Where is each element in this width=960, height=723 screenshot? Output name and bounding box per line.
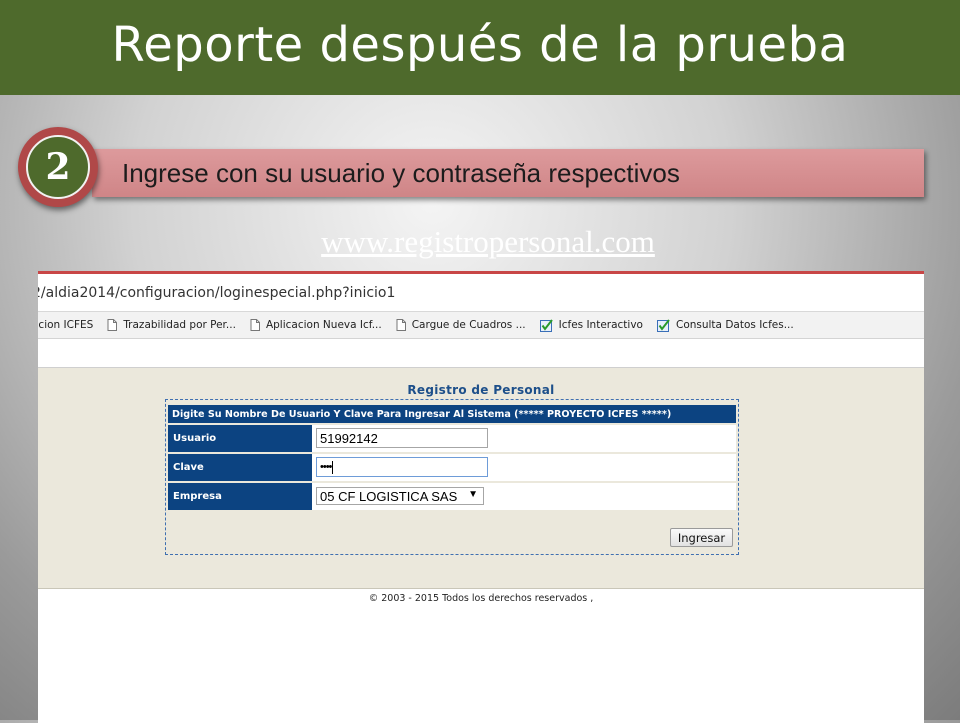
clave-value: •••• (320, 461, 332, 473)
address-text[interactable]: 2/aldia2014/configuracion/loginespecial.… (38, 285, 395, 301)
bookmarks-bar: acion ICFES Trazabilidad por Per... Apli… (38, 312, 924, 339)
page-icon (396, 319, 406, 331)
slide-title: Reporte después de la prueba (111, 16, 849, 73)
bookmark-label: Icfes Interactivo (558, 319, 643, 331)
address-bar[interactable]: 2/aldia2014/configuracion/loginespecial.… (38, 274, 924, 312)
bookmark-item[interactable]: Trazabilidad por Per... (107, 319, 236, 331)
instruction-text: Digite Su Nombre De Usuario Y Clave Para… (172, 408, 672, 420)
form-title: Registro de Personal (407, 383, 555, 397)
browser-screenshot: 2/aldia2014/configuracion/loginespecial.… (38, 271, 924, 723)
clave-input[interactable]: •••• (316, 457, 488, 477)
bookmark-item[interactable]: acion ICFES (38, 319, 93, 331)
clave-row: Clave •••• (168, 454, 736, 481)
empresa-label: Empresa (168, 483, 312, 510)
check-icon (539, 318, 553, 332)
empresa-value: 05 CF LOGISTICA SAS (320, 488, 458, 504)
step-banner: Ingrese con su usuario y contraseña resp… (92, 149, 924, 197)
bookmark-label: acion ICFES (38, 319, 94, 331)
clave-label: Clave (168, 454, 312, 481)
empresa-select[interactable]: 05 CF LOGISTICA SAS ▼ (316, 487, 484, 505)
blank-strip (38, 339, 924, 368)
check-icon (656, 318, 670, 332)
usuario-input[interactable] (316, 428, 488, 448)
bookmark-label: Aplicacion Nueva Icf... (265, 319, 382, 331)
site-url-link[interactable]: www.registropersonal.com (0, 224, 960, 260)
title-bar: Reporte después de la prueba (0, 0, 960, 95)
bookmark-item[interactable]: Consulta Datos Icfes... (656, 318, 794, 332)
instruction-bar: Digite Su Nombre De Usuario Y Clave Para… (168, 405, 736, 423)
usuario-row: Usuario (168, 425, 736, 452)
step-circle-inner: 2 (26, 135, 90, 199)
bookmark-item[interactable]: Icfes Interactivo (539, 318, 643, 332)
bookmark-label: Trazabilidad por Per... (123, 319, 236, 331)
ingresar-button[interactable]: Ingresar (670, 528, 733, 547)
bookmark-item[interactable]: Cargue de Cuadros ... (396, 319, 526, 331)
page-area: Registro de Personal Digite Su Nombre De… (38, 368, 924, 589)
bookmark-label: Cargue de Cuadros ... (411, 319, 526, 331)
page-icon (107, 319, 118, 331)
step-text: Ingrese con su usuario y contraseña resp… (122, 157, 680, 188)
empresa-row: Empresa 05 CF LOGISTICA SAS ▼ (168, 483, 736, 510)
bookmark-label: Consulta Datos Icfes... (675, 319, 794, 331)
step-circle: 2 (18, 127, 98, 207)
footer-text: © 2003 - 2015 Todos los derechos reserva… (368, 593, 594, 604)
dropdown-arrow-icon: ▼ (468, 489, 478, 500)
text-cursor (332, 460, 334, 474)
step-number: 2 (45, 146, 71, 188)
login-form: Digite Su Nombre De Usuario Y Clave Para… (165, 399, 739, 555)
usuario-label: Usuario (168, 425, 312, 452)
page-icon (250, 319, 260, 331)
bookmark-item[interactable]: Aplicacion Nueva Icf... (250, 319, 382, 331)
